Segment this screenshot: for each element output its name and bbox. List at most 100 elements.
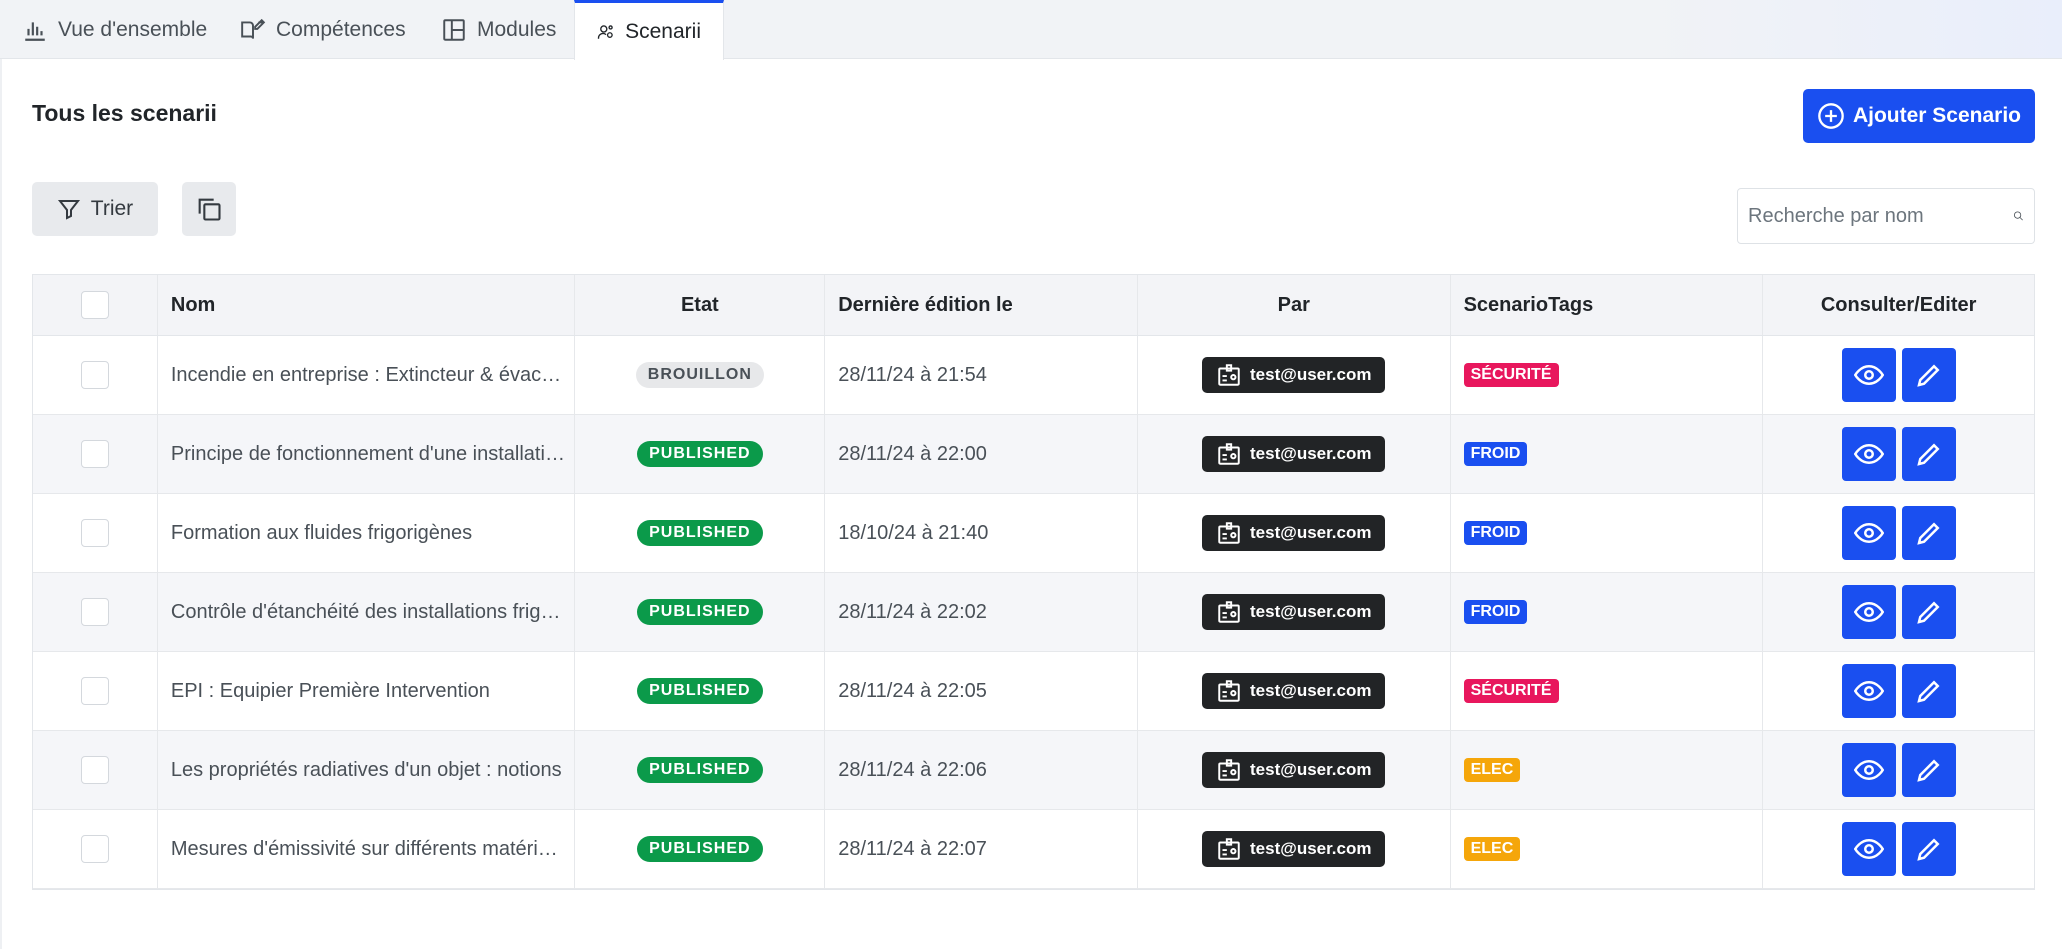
scenario-name: Contrôle d'étanchéité des installations … [170, 600, 566, 623]
header-tags[interactable]: ScenarioTags [1451, 275, 1764, 335]
row-checkbox[interactable] [80, 361, 109, 389]
row-checkbox[interactable] [80, 756, 109, 784]
state-badge: PUBLISHED [637, 757, 763, 783]
select-cell [33, 336, 158, 414]
by-cell: test@user.com [1138, 494, 1451, 572]
state-cell: PUBLISHED [575, 731, 826, 809]
state-badge: PUBLISHED [637, 441, 763, 467]
header-state[interactable]: Etat [575, 275, 826, 335]
view-button[interactable] [1841, 427, 1896, 481]
pencil-icon [1916, 364, 1940, 387]
last-edit-date: 28/11/24 à 21:54 [838, 363, 987, 386]
eye-icon [1853, 759, 1884, 781]
add-scenario-button[interactable]: Ajouter Scenario [1803, 89, 2035, 143]
actions-cell [1763, 494, 2034, 572]
scenarios-table: Nom Etat Dernière édition le Par Scenari… [32, 274, 2035, 890]
last-edit-date: 28/11/24 à 22:00 [838, 442, 987, 465]
header-name[interactable]: Nom [158, 275, 576, 335]
select-all-checkbox[interactable] [80, 291, 109, 319]
state-cell: PUBLISHED [575, 494, 826, 572]
last-edit-date: 28/11/24 à 22:07 [838, 837, 987, 860]
book-edit-icon [241, 18, 266, 39]
eye-icon [1853, 601, 1884, 623]
user-email: test@user.com [1250, 444, 1372, 463]
date-cell: 28/11/24 à 22:07 [825, 810, 1138, 888]
table-row: Incendie en entreprise : Extincteur & év… [33, 336, 2034, 415]
table-row: EPI : Equipier Première Intervention PUB… [33, 652, 2034, 731]
tab-bar: Vue d'ensemble Compétences Modules Scena… [0, 0, 2062, 60]
view-button[interactable] [1841, 743, 1896, 797]
pencil-icon [1916, 838, 1940, 861]
duplicate-button[interactable] [182, 182, 236, 236]
tab-scenarii[interactable]: Scenarii [574, 0, 724, 60]
row-checkbox[interactable] [80, 519, 109, 547]
edit-button[interactable] [1901, 427, 1956, 481]
last-edit-date: 28/11/24 à 22:06 [838, 758, 987, 781]
name-cell: Contrôle d'étanchéité des installations … [158, 573, 576, 651]
select-cell [33, 731, 158, 809]
view-button[interactable] [1841, 585, 1896, 639]
user-email: test@user.com [1250, 760, 1372, 779]
view-button[interactable] [1841, 348, 1896, 402]
eye-icon [1853, 680, 1884, 702]
view-button[interactable] [1841, 664, 1896, 718]
row-checkbox[interactable] [80, 598, 109, 626]
scenario-name: Formation aux fluides frigorigènes [170, 521, 473, 544]
edit-button[interactable] [1901, 585, 1956, 639]
id-card-icon [1218, 838, 1240, 860]
header-by[interactable]: Par [1138, 275, 1451, 335]
row-checkbox[interactable] [80, 440, 109, 468]
select-cell [33, 415, 158, 493]
add-scenario-label: Ajouter Scenario [1852, 104, 2022, 127]
tab-modules[interactable]: Modules [419, 0, 578, 59]
view-button[interactable] [1841, 506, 1896, 560]
date-cell: 18/10/24 à 21:40 [825, 494, 1138, 572]
state-badge: PUBLISHED [637, 678, 763, 704]
table-row: Formation aux fluides frigorigènes PUBLI… [33, 494, 2034, 573]
pencil-icon [1916, 522, 1940, 545]
page-title: Tous les scenarii [32, 100, 217, 126]
view-button[interactable] [1841, 822, 1896, 876]
tags-cell: FROID [1451, 494, 1764, 572]
header-date[interactable]: Dernière édition le [825, 275, 1138, 335]
search-icon[interactable] [2013, 203, 2024, 229]
select-cell [33, 652, 158, 730]
table-row: Principe de fonctionnement d'une install… [33, 415, 2034, 494]
edit-button[interactable] [1901, 506, 1956, 560]
by-cell: test@user.com [1138, 573, 1451, 651]
tab-competences[interactable]: Compétences [218, 0, 428, 59]
pencil-icon [1916, 680, 1940, 703]
table-header: Nom Etat Dernière édition le Par Scenari… [33, 275, 2034, 336]
search-box [1737, 188, 2035, 244]
table-row: Les propriétés radiatives d'un objet : n… [33, 731, 2034, 810]
state-badge: PUBLISHED [637, 520, 763, 546]
user-chip: test@user.com [1202, 594, 1386, 630]
header-select-cell [33, 275, 158, 335]
state-badge: PUBLISHED [637, 599, 763, 625]
sort-button[interactable]: Trier [32, 182, 158, 236]
edit-button[interactable] [1901, 348, 1956, 402]
scenario-name: Les propriétés radiatives d'un objet : n… [170, 758, 562, 781]
actions-cell [1763, 336, 2034, 414]
scenario-tag: ELEC [1463, 758, 1521, 782]
filter-icon [57, 200, 80, 220]
state-cell: PUBLISHED [575, 415, 826, 493]
row-checkbox[interactable] [80, 677, 109, 705]
edit-button[interactable] [1901, 743, 1956, 797]
edit-button[interactable] [1901, 664, 1956, 718]
row-checkbox[interactable] [80, 835, 109, 863]
tab-overview[interactable]: Vue d'ensemble [0, 0, 229, 59]
id-card-icon [1218, 759, 1240, 781]
id-card-icon [1218, 522, 1240, 544]
scenario-name: Principe de fonctionnement d'une install… [170, 442, 566, 465]
edit-button[interactable] [1901, 822, 1956, 876]
user-chip: test@user.com [1202, 515, 1386, 551]
search-input[interactable] [1748, 204, 2013, 228]
by-cell: test@user.com [1138, 415, 1451, 493]
header-actions: Consulter/Editer [1820, 293, 1977, 316]
state-cell: PUBLISHED [575, 573, 826, 651]
user-chip: test@user.com [1202, 831, 1386, 867]
bar-chart-icon [25, 21, 45, 41]
tab-label: Scenarii [625, 19, 701, 43]
eye-icon [1853, 443, 1884, 465]
